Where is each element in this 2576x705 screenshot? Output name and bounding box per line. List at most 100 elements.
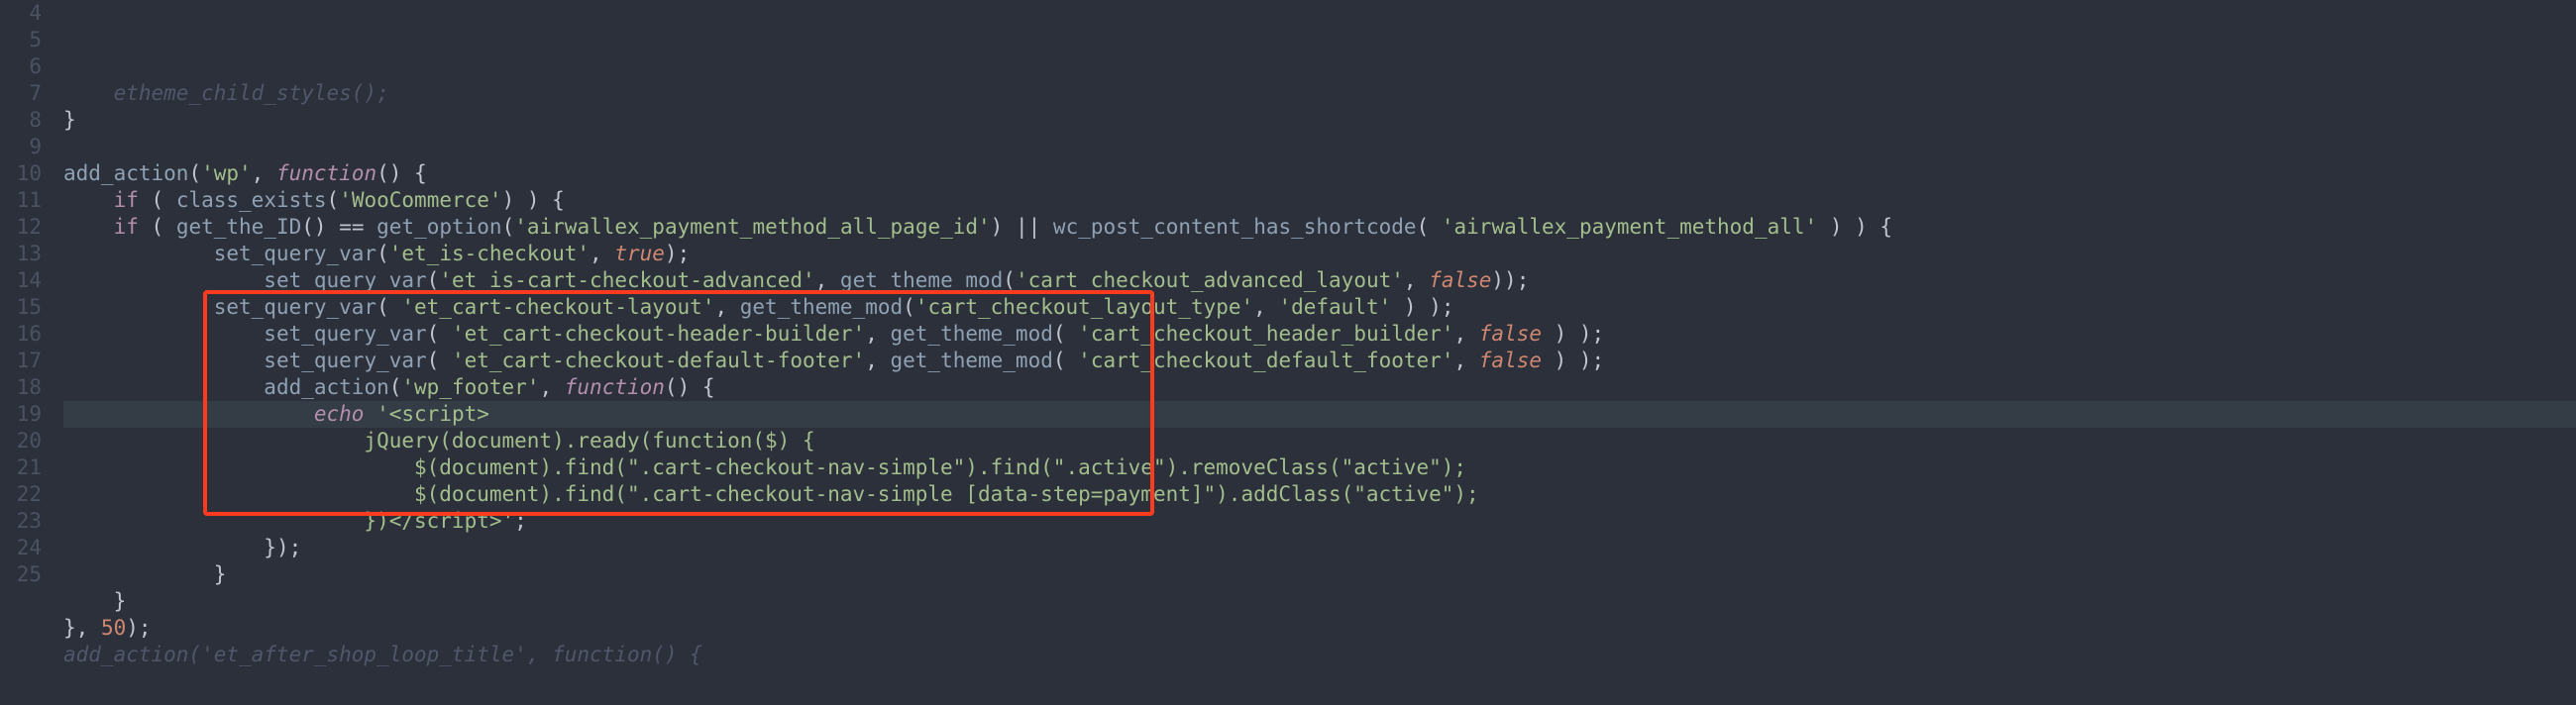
- token: set_query_var: [264, 322, 426, 346]
- token: jQuery(document).ready(function($) {: [63, 429, 815, 453]
- code-line[interactable]: }: [63, 107, 2576, 134]
- token: [364, 215, 376, 239]
- token: (): [665, 375, 702, 399]
- token: 'cart_checkout_header_builder': [1078, 322, 1453, 346]
- token: (: [1053, 322, 1078, 346]
- token: ,: [815, 268, 840, 292]
- code-line[interactable]: add_action('et_after_shop_loop_title', f…: [63, 642, 2576, 668]
- token: 'cart_checkout_advanced_layout': [1016, 268, 1404, 292]
- code-line[interactable]: set_query_var( 'et_cart-checkout-layout'…: [63, 294, 2576, 321]
- code-line[interactable]: if ( get_the_ID() == get_option('airwall…: [63, 214, 2576, 241]
- token: ) );: [1542, 349, 1604, 372]
- token: etheme_child_styles();: [63, 81, 389, 105]
- token: [364, 402, 376, 426]
- token: (: [1003, 268, 1016, 292]
- token: ) );: [1391, 295, 1453, 319]
- code-line[interactable]: $(document).find(".cart-checkout-nav-sim…: [63, 481, 2576, 508]
- token: 'default': [1278, 295, 1391, 319]
- code-line[interactable]: etheme_child_styles();: [63, 80, 2576, 107]
- code-line[interactable]: if ( class_exists('WooCommerce') ) {: [63, 187, 2576, 214]
- code-line[interactable]: echo '<script>: [63, 401, 2576, 428]
- token: [63, 349, 264, 372]
- token: (: [427, 268, 440, 292]
- code-line[interactable]: add_action('wp_footer', function() {: [63, 374, 2576, 401]
- token: ,: [76, 616, 101, 640]
- token: ;: [514, 509, 527, 533]
- token: false: [1479, 322, 1542, 346]
- token: (: [903, 295, 915, 319]
- token: set_query_var: [264, 268, 426, 292]
- code-line[interactable]: set_query_var( 'et_cart-checkout-default…: [63, 348, 2576, 374]
- token: get_option: [376, 215, 501, 239]
- code-line[interactable]: set_query_var ( 'et_cart-checkout-header-…: [63, 321, 2576, 348]
- code-line[interactable]: })</script>';: [63, 508, 2576, 535]
- token: (: [327, 188, 340, 212]
- line-number: 5: [0, 27, 55, 53]
- token: (: [1417, 215, 1442, 239]
- token: ,: [1253, 295, 1278, 319]
- line-number-gutter: 45678910111213141516171819202122232425: [0, 0, 55, 705]
- token: [63, 268, 264, 292]
- token: (: [376, 295, 401, 319]
- line-number: 13: [0, 241, 55, 267]
- token: 'et_cart-checkout-header-builder': [452, 322, 865, 346]
- code-line[interactable]: });: [63, 535, 2576, 561]
- code-line[interactable]: $(document).find(".cart-checkout-nav-sim…: [63, 454, 2576, 481]
- token: ,: [590, 242, 614, 265]
- token: (: [188, 161, 201, 185]
- token: (: [427, 349, 452, 372]
- token: );: [665, 242, 690, 265]
- token: [63, 562, 214, 586]
- line-number: 22: [0, 481, 55, 508]
- token: get_theme_mod: [840, 268, 1003, 292]
- token: '<script>: [376, 402, 489, 426]
- token: 'airwallex_payment_method_all_page_id': [514, 215, 990, 239]
- code-line[interactable]: }: [63, 588, 2576, 615]
- code-line[interactable]: }: [63, 561, 2576, 588]
- token: ,: [865, 322, 890, 346]
- token: (): [301, 215, 339, 239]
- token: class_exists: [176, 188, 327, 212]
- token: ,: [1453, 322, 1478, 346]
- line-number: 12: [0, 214, 55, 241]
- code-line[interactable]: [63, 134, 2576, 160]
- token: get_theme_mod: [891, 322, 1053, 346]
- token: ,: [1404, 268, 1429, 292]
- token: }: [114, 589, 127, 613]
- code-line[interactable]: set_query_var('et_is-checkout', true);: [63, 241, 2576, 267]
- line-number: 9: [0, 134, 55, 160]
- token: add_action('et_after_shop_loop_title', f…: [63, 643, 702, 666]
- token: 'et_is-cart-checkout-advanced': [439, 268, 814, 292]
- code-editor[interactable]: 45678910111213141516171819202122232425 e…: [0, 0, 2576, 705]
- token: false: [1479, 349, 1542, 372]
- code-line[interactable]: }, 50);: [63, 615, 2576, 642]
- token: {: [1879, 215, 1892, 239]
- token: ): [991, 215, 1016, 239]
- line-number: 21: [0, 454, 55, 481]
- token: ) );: [1542, 322, 1604, 346]
- token: {: [414, 161, 427, 185]
- token: ||: [1016, 215, 1040, 239]
- line-number: 20: [0, 428, 55, 454]
- token: if: [114, 188, 139, 212]
- token: 'airwallex_payment_method_all': [1442, 215, 1817, 239]
- line-number: 8: [0, 107, 55, 134]
- token: 'wp_footer': [401, 375, 539, 399]
- token: ,: [252, 161, 276, 185]
- token: (: [502, 215, 515, 239]
- line-number: 6: [0, 53, 55, 80]
- token: $(document).find(".cart-checkout-nav-sim…: [63, 482, 1479, 506]
- code-line[interactable]: add_action('wp', function() {: [63, 160, 2576, 187]
- code-line[interactable]: set_query_var('et_is-cart-checkout-advan…: [63, 267, 2576, 294]
- code-area[interactable]: etheme_child_styles();}add_action('wp', …: [55, 0, 2576, 705]
- token: ) ): [502, 188, 553, 212]
- line-number: 14: [0, 267, 55, 294]
- token: get_theme_mod: [891, 349, 1053, 372]
- token: [63, 536, 264, 559]
- token: false: [1429, 268, 1491, 292]
- token: [63, 242, 214, 265]
- token: get_theme_mod: [740, 295, 903, 319]
- token: function: [276, 161, 376, 185]
- code-line[interactable]: jQuery(document).ready(function($) {: [63, 428, 2576, 454]
- token: ,: [539, 375, 564, 399]
